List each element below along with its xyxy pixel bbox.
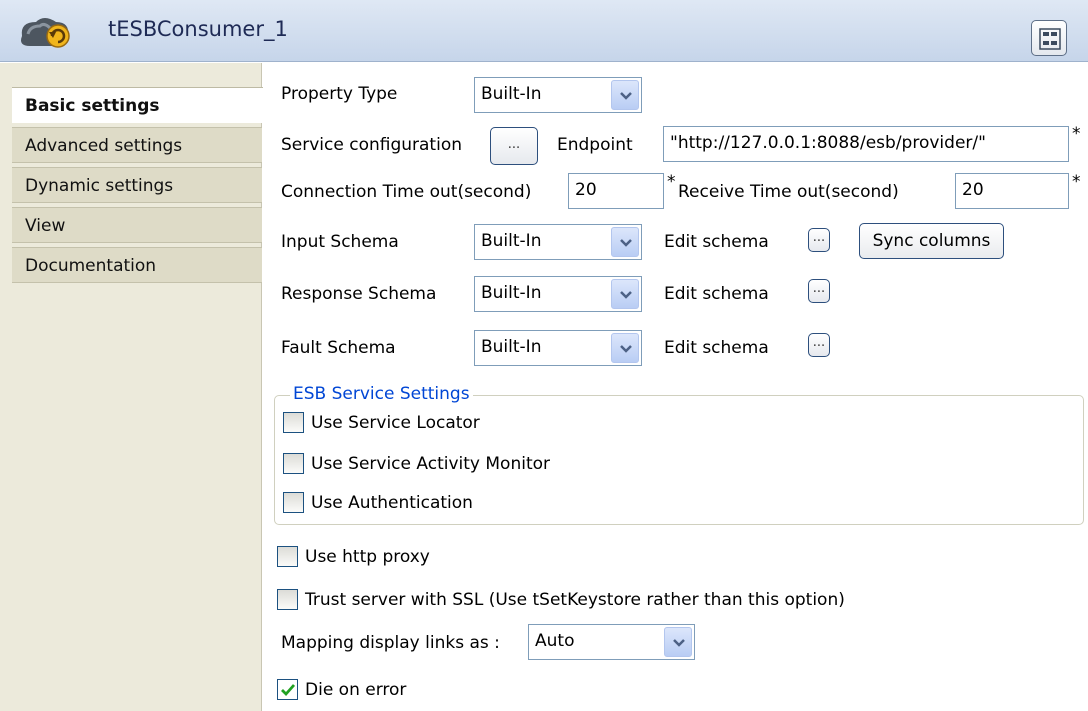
component-title-bar: tESBConsumer_1 <box>0 0 1088 62</box>
input-edit-schema-button[interactable]: ... <box>808 228 830 252</box>
tab-advanced-settings[interactable]: Advanced settings <box>12 127 262 163</box>
trust-ssl-label: Trust server with SSL (Use tSetKeystore … <box>305 590 845 610</box>
receive-timeout-input[interactable]: 20 <box>955 173 1069 209</box>
die-on-error-checkbox[interactable] <box>277 679 298 700</box>
endpoint-input[interactable]: "http://127.0.0.1:8088/esb/provider/" <box>663 126 1069 162</box>
component-title: tESBConsumer_1 <box>108 17 288 41</box>
use-authentication-label: Use Authentication <box>311 493 473 513</box>
receive-timeout-label: Receive Time out(second) <box>678 182 899 202</box>
tab-documentation[interactable]: Documentation <box>12 247 262 283</box>
property-type-value: Built-In <box>481 84 542 104</box>
response-edit-schema-label: Edit schema <box>664 284 769 304</box>
fault-schema-select[interactable]: Built-In <box>474 330 642 366</box>
use-http-proxy-checkbox[interactable] <box>277 546 298 567</box>
input-schema-select[interactable]: Built-In <box>474 224 642 260</box>
receive-timeout-required-marker: * <box>1072 172 1081 192</box>
input-schema-label: Input Schema <box>281 232 399 252</box>
input-schema-value: Built-In <box>481 231 542 251</box>
fault-schema-label: Fault Schema <box>281 338 396 358</box>
service-configuration-button[interactable]: ... <box>490 127 538 165</box>
trust-ssl-checkbox[interactable] <box>277 589 298 610</box>
die-on-error-label: Die on error <box>305 680 407 700</box>
endpoint-required-marker: * <box>1072 124 1081 144</box>
connection-timeout-required-marker: * <box>667 172 676 192</box>
use-service-locator-label: Use Service Locator <box>311 413 480 433</box>
service-configuration-label: Service configuration <box>281 135 462 155</box>
response-schema-value: Built-In <box>481 283 542 303</box>
tab-dynamic-settings[interactable]: Dynamic settings <box>12 167 262 203</box>
fault-edit-schema-button[interactable]: ... <box>808 333 830 357</box>
mapping-display-label: Mapping display links as : <box>281 633 500 653</box>
chevron-down-icon <box>611 227 639 257</box>
use-service-activity-monitor-checkbox[interactable] <box>283 453 304 474</box>
chevron-down-icon <box>611 80 639 110</box>
fault-edit-schema-label: Edit schema <box>664 338 769 358</box>
use-http-proxy-label: Use http proxy <box>305 547 430 567</box>
connection-timeout-label: Connection Time out(second) <box>281 182 532 202</box>
chevron-down-icon <box>664 627 692 657</box>
response-schema-label: Response Schema <box>281 284 437 304</box>
response-edit-schema-button[interactable]: ... <box>808 279 830 303</box>
layout-toggle-button[interactable] <box>1031 20 1067 56</box>
settings-sidebar: Basic settings Advanced settings Dynamic… <box>0 63 263 711</box>
esb-consumer-icon <box>14 10 78 54</box>
property-type-label: Property Type <box>281 84 398 104</box>
tab-view[interactable]: View <box>12 207 262 243</box>
fault-schema-value: Built-In <box>481 337 542 357</box>
sync-columns-button[interactable]: Sync columns <box>859 223 1004 259</box>
mapping-display-select[interactable]: Auto <box>528 624 695 660</box>
response-schema-select[interactable]: Built-In <box>474 276 642 312</box>
endpoint-label: Endpoint <box>557 135 633 155</box>
chevron-down-icon <box>611 333 639 363</box>
use-service-locator-checkbox[interactable] <box>283 412 304 433</box>
use-service-activity-monitor-label: Use Service Activity Monitor <box>311 454 550 474</box>
property-type-select[interactable]: Built-In <box>474 77 642 113</box>
use-authentication-checkbox[interactable] <box>283 492 304 513</box>
esb-service-settings-legend: ESB Service Settings <box>290 384 473 404</box>
tab-basic-settings[interactable]: Basic settings <box>12 87 263 123</box>
input-edit-schema-label: Edit schema <box>664 232 769 252</box>
chevron-down-icon <box>611 279 639 309</box>
connection-timeout-input[interactable]: 20 <box>568 173 664 209</box>
mapping-display-value: Auto <box>535 631 575 651</box>
